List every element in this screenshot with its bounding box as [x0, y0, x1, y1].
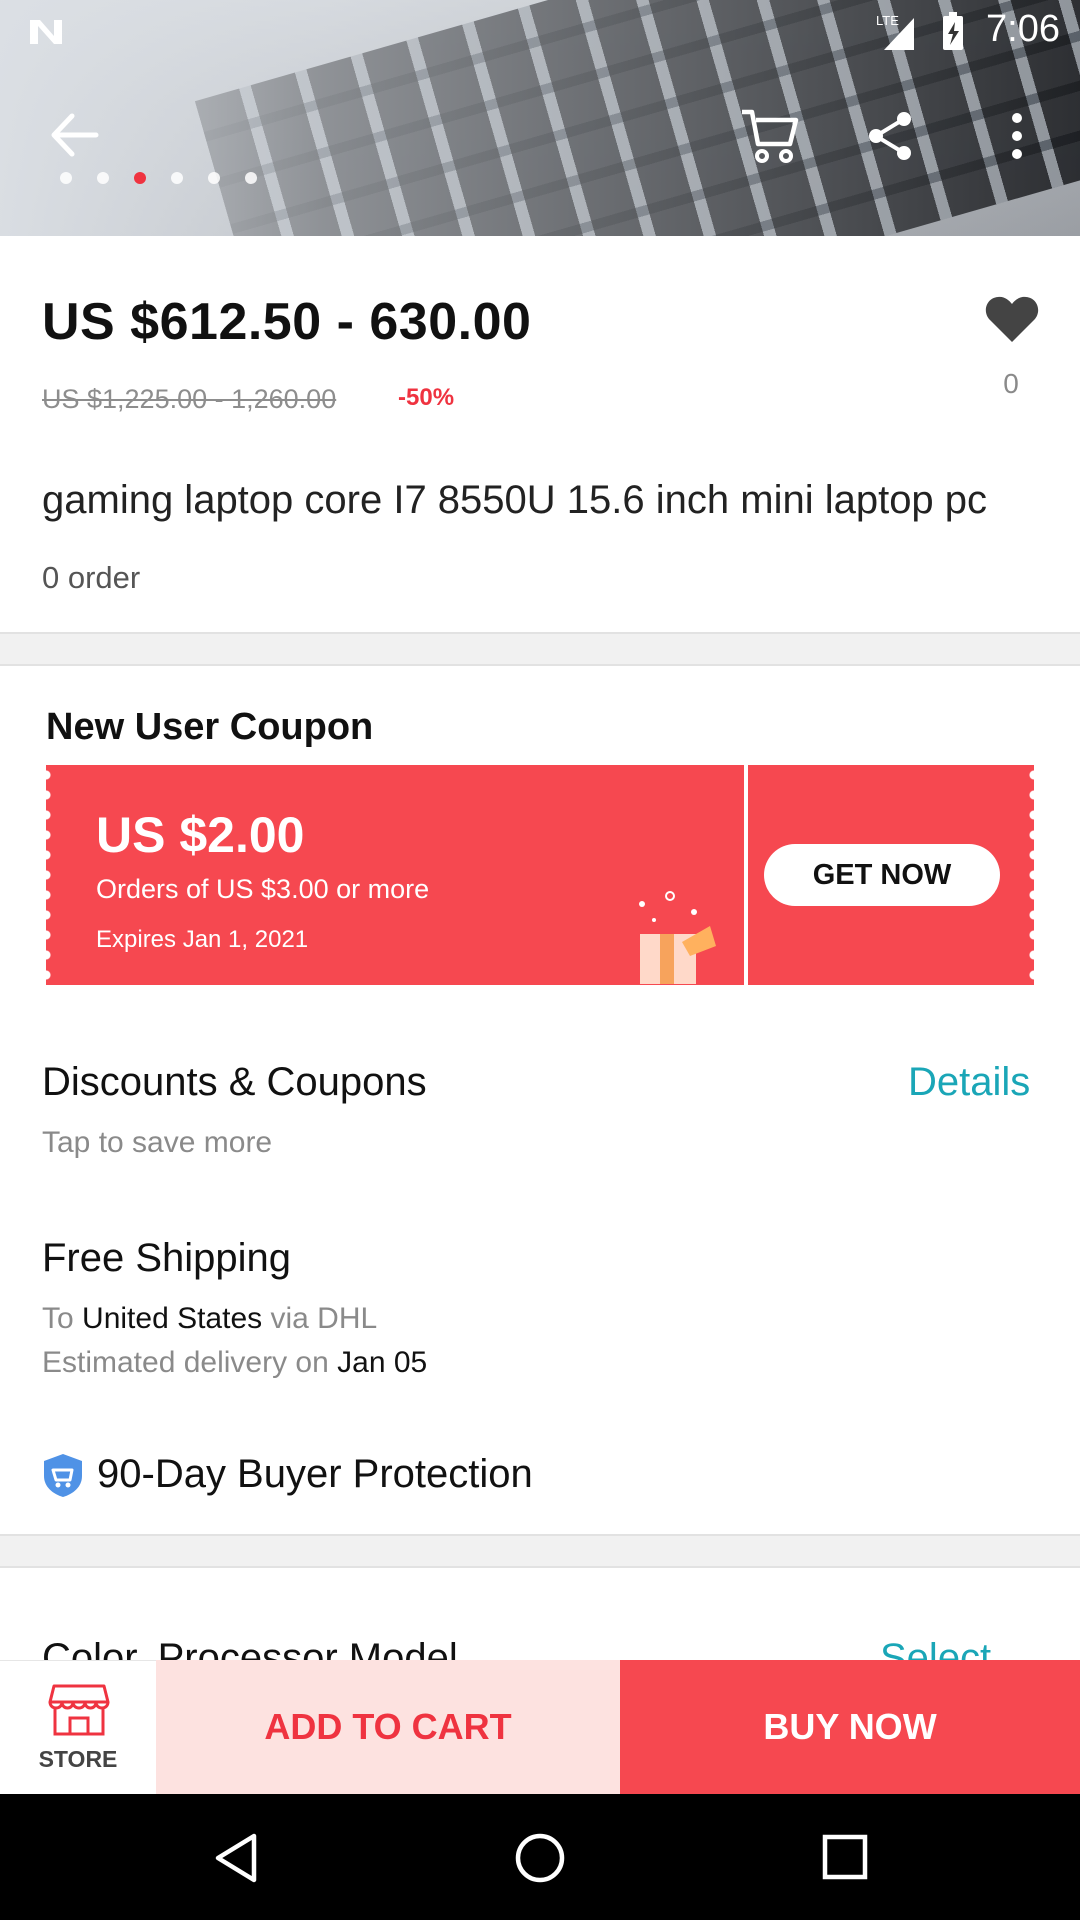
shipping-destination-line: To United States via DHL: [42, 1302, 377, 1336]
details-link[interactable]: Details: [908, 1060, 1030, 1105]
coupon-condition: Orders of US $3.00 or more: [96, 874, 430, 904]
cart-icon[interactable]: [738, 104, 800, 171]
buyer-protection-label[interactable]: 90-Day Buyer Protection: [97, 1452, 533, 1497]
notification-n-icon: [26, 14, 66, 53]
store-label: STORE: [38, 1746, 118, 1772]
section-divider: [0, 1534, 1080, 1568]
buy-now-button[interactable]: BUY NOW: [620, 1660, 1080, 1794]
favorites-count: 0: [1003, 368, 1019, 399]
shipping-to-label: To: [42, 1302, 74, 1335]
share-icon[interactable]: [866, 110, 914, 167]
get-now-button[interactable]: GET NOW: [764, 844, 1000, 906]
add-to-cart-button[interactable]: ADD TO CART: [156, 1660, 620, 1794]
shipping-destination: United States: [82, 1302, 263, 1335]
original-price: US $1,225.00 - 1,260.00: [42, 384, 337, 414]
more-vert-icon[interactable]: [1006, 112, 1028, 165]
carousel-dot-5[interactable]: [208, 172, 220, 184]
back-arrow-icon[interactable]: [48, 112, 100, 163]
carousel-dot-4[interactable]: [171, 172, 183, 184]
nav-back-icon[interactable]: [212, 1832, 260, 1889]
carousel-dot-2[interactable]: [97, 172, 109, 184]
coupon-amount: US $2.00: [96, 807, 305, 863]
carousel-dot-1[interactable]: [60, 172, 72, 184]
discounts-title: Discounts & Coupons: [42, 1060, 427, 1104]
product-title: gaming laptop core I7 8550U 15.6 inch mi…: [42, 478, 988, 522]
shield-icon: [42, 1452, 84, 1503]
nav-home-icon[interactable]: [514, 1832, 566, 1889]
carousel-dot-6[interactable]: [245, 172, 257, 184]
store-icon: [48, 1682, 110, 1743]
coupon-perforation-right: [1024, 765, 1034, 985]
coupon-perforation-left: [46, 765, 56, 985]
discounts-subtitle: Tap to save more: [42, 1126, 273, 1159]
section-divider: [0, 632, 1080, 666]
delivery-date: Jan 05: [337, 1346, 428, 1379]
discount-badge: -50%: [398, 384, 455, 411]
battery-charging-icon: [940, 12, 966, 57]
delivery-label: Estimated delivery on: [42, 1346, 329, 1379]
lte-text: LTE: [876, 13, 899, 28]
price-range: US $612.50 - 630.00: [42, 293, 532, 351]
gift-box-icon: [630, 890, 730, 991]
shipping-title: Free Shipping: [42, 1236, 292, 1280]
delivery-line: Estimated delivery on Jan 05: [42, 1346, 427, 1380]
heart-icon[interactable]: [984, 294, 1040, 349]
shipping-carrier: via DHL: [270, 1302, 378, 1335]
carousel-dot-3-active[interactable]: [134, 172, 146, 184]
lte-signal-icon: LTE: [876, 12, 936, 57]
clock: 7:06: [986, 8, 1060, 50]
coupon-expiry: Expires Jan 1, 2021: [96, 926, 309, 953]
order-count: 0 order: [42, 560, 141, 595]
coupon-heading: New User Coupon: [46, 706, 374, 748]
nav-recents-icon[interactable]: [822, 1834, 868, 1885]
